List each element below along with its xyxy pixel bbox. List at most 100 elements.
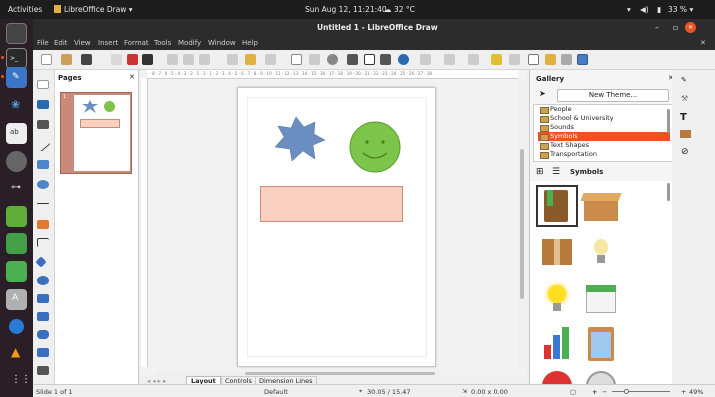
- smiley-shape[interactable]: [349, 121, 401, 173]
- menu-help[interactable]: Help: [242, 39, 258, 47]
- detail-view-icon[interactable]: ☰: [552, 167, 560, 177]
- points-icon[interactable]: [528, 54, 539, 65]
- menu-edit[interactable]: Edit: [54, 39, 68, 47]
- theme-list[interactable]: People School & University Sounds Symbol…: [533, 104, 673, 162]
- redo-icon[interactable]: [265, 54, 276, 65]
- clone-icon[interactable]: [227, 54, 238, 65]
- maximize-button[interactable]: ▫: [673, 23, 678, 32]
- block-arrows-icon[interactable]: [37, 294, 49, 303]
- flowchart-icon[interactable]: [37, 312, 49, 321]
- select-icon[interactable]: [37, 80, 49, 89]
- menu-tools[interactable]: Tools: [154, 39, 171, 47]
- transformations-icon[interactable]: [398, 54, 409, 65]
- files-icon[interactable]: [6, 23, 27, 44]
- fill-color-icon[interactable]: [37, 120, 49, 129]
- arrange-icon[interactable]: [444, 54, 455, 65]
- browser-icon[interactable]: [6, 316, 27, 337]
- app-menu[interactable]: LibreOffice Draw ▾: [64, 5, 133, 14]
- zoom-plus-end-button[interactable]: +: [681, 388, 686, 396]
- zoom-slider[interactable]: [612, 389, 670, 394]
- bar-chart-icon[interactable]: [536, 323, 578, 365]
- crop-icon[interactable]: [509, 54, 520, 65]
- minimize-button[interactable]: –: [655, 23, 659, 32]
- toggle-extrusion-icon[interactable]: [561, 54, 572, 65]
- theme-people[interactable]: People: [538, 105, 670, 114]
- zoom-slider-handle[interactable]: [624, 389, 629, 394]
- shadow-icon[interactable]: [491, 54, 502, 65]
- clock-icon[interactable]: [580, 369, 622, 384]
- connector-icon[interactable]: [37, 238, 49, 247]
- line-icon[interactable]: [35, 137, 51, 152]
- vertical-scrollbar[interactable]: [518, 79, 526, 367]
- zoom-icon[interactable]: [327, 54, 338, 65]
- alarm-clock-icon[interactable]: [536, 369, 578, 384]
- terminal-icon[interactable]: >_: [6, 48, 27, 69]
- clock[interactable]: Sun Aug 12, 11:21:40: [305, 5, 387, 14]
- archive-icon[interactable]: A: [6, 289, 27, 310]
- align-icon[interactable]: [420, 54, 431, 65]
- menu-view[interactable]: View: [74, 39, 91, 47]
- basic-shapes-icon[interactable]: [35, 256, 47, 268]
- properties-icon[interactable]: ⚒: [681, 94, 688, 103]
- vertical-scrollbar-thumb[interactable]: [520, 149, 524, 299]
- navigator-icon[interactable]: ⊘: [681, 147, 689, 157]
- calendar-icon[interactable]: [580, 277, 622, 319]
- wifi-icon[interactable]: ▾: [627, 5, 631, 14]
- theme-sounds[interactable]: Sounds: [538, 123, 670, 132]
- spreadsheet-icon[interactable]: [6, 261, 27, 282]
- gallery-sidebar-icon[interactable]: [680, 130, 691, 138]
- horizontal-ruler[interactable]: · · 8 · 7 · 6 · 5 · 4 · 3 · 2 · 1 · 2 · …: [147, 70, 518, 79]
- activities-button[interactable]: Activities: [8, 5, 42, 14]
- helplines-icon[interactable]: [309, 54, 320, 65]
- zoom-level[interactable]: 49%: [689, 388, 703, 396]
- export-icon[interactable]: [111, 54, 122, 65]
- rectangle-shape[interactable]: [260, 186, 403, 222]
- theme-text-shapes[interactable]: Text Shapes: [538, 141, 670, 150]
- vertical-ruler[interactable]: [141, 79, 148, 367]
- theme-list-scrollbar[interactable]: [667, 109, 670, 133]
- closed-box-icon[interactable]: [536, 231, 578, 273]
- zoom-minus-button[interactable]: −: [602, 388, 607, 396]
- theme-symbols[interactable]: Symbols: [538, 132, 670, 141]
- new-icon[interactable]: [41, 54, 52, 65]
- text-box-icon[interactable]: [364, 54, 375, 65]
- grid-icon[interactable]: [291, 54, 302, 65]
- export-pdf-icon[interactable]: [127, 54, 138, 65]
- open-box-icon[interactable]: [580, 185, 622, 227]
- zoom-plus-button[interactable]: +: [592, 388, 597, 396]
- close-button[interactable]: ✕: [685, 22, 696, 33]
- stars-icon[interactable]: [37, 348, 49, 357]
- new-theme-button[interactable]: New Theme...: [557, 89, 669, 102]
- curve-icon[interactable]: [37, 220, 49, 229]
- menu-format[interactable]: Format: [124, 39, 149, 47]
- libreoffice-icon[interactable]: [6, 206, 27, 227]
- star-shape[interactable]: [275, 117, 325, 161]
- menu-file[interactable]: File: [37, 39, 49, 47]
- fontwork-icon[interactable]: [380, 54, 391, 65]
- close-document-button[interactable]: ✕: [700, 39, 706, 47]
- print-icon[interactable]: [142, 54, 153, 65]
- line-color-icon[interactable]: [37, 100, 49, 109]
- gallery-toggle-icon[interactable]: [577, 54, 588, 65]
- cut-icon[interactable]: [167, 54, 178, 65]
- settings-icon[interactable]: [6, 151, 27, 172]
- glue-points-icon[interactable]: [545, 54, 556, 65]
- theme-transportation[interactable]: Transportation: [538, 150, 670, 159]
- menu-insert[interactable]: Insert: [98, 39, 118, 47]
- show-apps-icon[interactable]: ⋮⋮: [6, 371, 31, 392]
- book-icon[interactable]: [536, 185, 578, 227]
- horizontal-scrollbar-thumb[interactable]: [245, 372, 435, 375]
- gallery-items-scrollbar[interactable]: [667, 183, 670, 201]
- text-editor-icon[interactable]: ab: [6, 123, 27, 144]
- undo-icon[interactable]: [245, 54, 256, 65]
- calc-icon[interactable]: [6, 233, 27, 254]
- rectangle-icon[interactable]: [37, 160, 49, 169]
- pages-close-button[interactable]: ✕: [129, 73, 135, 81]
- vlc-icon[interactable]: ▲: [6, 343, 27, 364]
- callouts-icon[interactable]: [37, 330, 49, 339]
- paste-icon[interactable]: [199, 54, 210, 65]
- lightbulb-off-icon[interactable]: [580, 231, 622, 273]
- theme-school-university[interactable]: School & University: [538, 114, 670, 123]
- open-icon[interactable]: [61, 54, 72, 65]
- lightbulb-on-icon[interactable]: [536, 277, 578, 319]
